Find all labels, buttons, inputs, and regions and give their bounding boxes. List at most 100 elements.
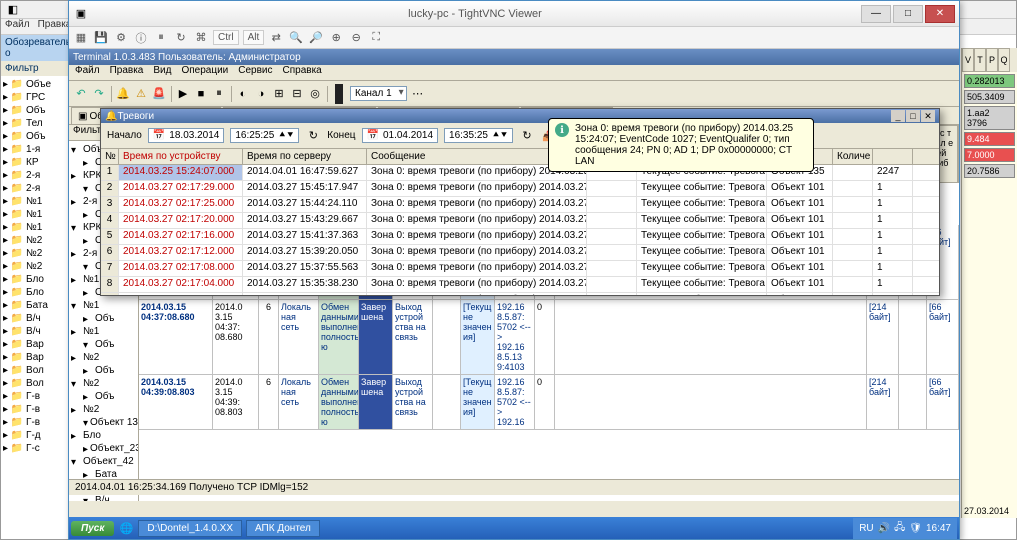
zoom-100-icon[interactable]: ⊕ — [328, 30, 344, 46]
alarm-col-1[interactable]: Время по устройству — [119, 149, 243, 164]
inner-menu-1[interactable]: Правка — [110, 65, 144, 80]
outer-tree-node[interactable]: ▸ 📁 Бата — [3, 299, 66, 312]
zoom-auto-icon[interactable]: ⊖ — [348, 30, 364, 46]
stop-icon[interactable]: ■ — [193, 86, 209, 102]
outer-tree-node[interactable]: ▸ 📁 Вол — [3, 364, 66, 377]
tree-node[interactable]: ▸Объ — [71, 312, 136, 325]
alarm-row[interactable]: 52014.03.27 02:17:16.0002014.03.27 15:41… — [101, 229, 939, 245]
alarm-refresh2-icon[interactable]: ↻ — [519, 128, 535, 144]
outer-tree[interactable]: ▸ 📁 Объе▸ 📁 ГРС▸ 📁 Объ▸ 📁 Тел▸ 📁 Объ▸ 📁 … — [1, 76, 68, 457]
tree-node[interactable]: ▸Объ — [71, 390, 136, 403]
pause-icon[interactable]: ⏸ — [153, 30, 169, 46]
outer-tree-node[interactable]: ▸ 📁 В/ч — [3, 312, 66, 325]
options-icon[interactable]: ⚙ — [113, 30, 129, 46]
outer-tree-node[interactable]: ▸ 📁 2-я — [3, 169, 66, 182]
minimize-button[interactable]: — — [861, 5, 891, 23]
alarm-row[interactable]: 72014.03.27 02:17:08.0002014.03.27 15:37… — [101, 261, 939, 277]
grid-row[interactable]: 2014.03.1504:39:08.8032014.0 3.15 04:39:… — [139, 375, 959, 430]
refresh-icon[interactable]: ↻ — [173, 30, 189, 46]
grid-row[interactable]: 2014.03.1504:37:08.6802014.0 3.15 04:37:… — [139, 300, 959, 375]
run-icon[interactable]: ▶ — [175, 86, 191, 102]
outer-tree-node[interactable]: ▸ 📁 1-я — [3, 143, 66, 156]
alt-key[interactable]: Alt — [243, 30, 265, 45]
fullscreen-icon[interactable]: ⛶ — [368, 30, 384, 46]
from-time-input[interactable]: 16:25:25 ⯅⯆ — [230, 128, 299, 143]
tool4-icon[interactable]: ⊟ — [289, 86, 305, 102]
tree-node[interactable]: ▸№1 — [71, 325, 136, 338]
tree-node[interactable]: ▾№2 — [71, 377, 136, 390]
outer-tree-node[interactable]: ▸ 📁 Объе — [3, 78, 66, 91]
tree-node[interactable]: ▾Объект_42 — [71, 455, 136, 468]
outer-tree-node[interactable]: ▸ 📁 ГРС — [3, 91, 66, 104]
inner-menu-5[interactable]: Справка — [283, 65, 322, 80]
inner-menu-4[interactable]: Сервис — [238, 65, 272, 80]
tree-node[interactable]: ▾Объ — [71, 338, 136, 351]
outer-tree-node[interactable]: ▸ 📁 КР — [3, 156, 66, 169]
alarm-max-button[interactable]: □ — [906, 110, 920, 122]
outer-tree-node[interactable]: ▸ 📁 №1 — [3, 195, 66, 208]
alarm-row[interactable]: 62014.03.27 02:17:12.0002014.03.27 15:39… — [101, 245, 939, 261]
to-time-input[interactable]: 16:35:25 ⯅⯆ — [444, 128, 513, 143]
alarm-icon[interactable]: 🚨 — [151, 86, 167, 102]
outer-filter[interactable]: Фильтр — [1, 61, 68, 76]
alarm-row[interactable]: 22014.03.27 02:17:29.0002014.03.27 15:45… — [101, 181, 939, 197]
outer-tree-node[interactable]: ▸ 📁 Г-в — [3, 416, 66, 429]
info-icon[interactable]: ⓘ — [133, 30, 149, 46]
tool2-icon[interactable]: ◑ — [253, 86, 269, 102]
system-tray[interactable]: RU 🔊 🖧 🛡 16:47 — [853, 518, 957, 539]
outer-tree-node[interactable]: ▸ 📁 Вол — [3, 377, 66, 390]
alarm-row[interactable]: 32014.03.27 02:17:25.0002014.03.27 15:44… — [101, 197, 939, 213]
warn-icon[interactable]: ⚠ — [133, 86, 149, 102]
tree-node[interactable]: ▸№2 — [71, 403, 136, 416]
alarm-close-button[interactable]: ✕ — [921, 110, 935, 122]
outer-tree-node[interactable]: ▸ 📁 Тел — [3, 117, 66, 130]
outer-tree-node[interactable]: ▸ 📁 Вар — [3, 351, 66, 364]
tree-node[interactable]: ▾В/ч — [71, 494, 136, 501]
back-icon[interactable]: ↶ — [73, 86, 89, 102]
alarm-min-button[interactable]: _ — [891, 110, 905, 122]
vnc-titlebar[interactable]: ▣ lucky-pc - TightVNC Viewer — □ ✕ — [69, 1, 959, 27]
alarm-row[interactable]: 92014.03.27 02:17:00.0002014.03.27 15:33… — [101, 293, 939, 295]
to-date-input[interactable]: 📅 01.04.2014 — [362, 128, 439, 143]
clock[interactable]: 16:47 — [926, 523, 951, 534]
tool5-icon[interactable]: ◎ — [307, 86, 323, 102]
inner-menu-0[interactable]: Файл — [75, 65, 100, 80]
outer-tree-node[interactable]: ▸ 📁 №1 — [3, 221, 66, 234]
forward-icon[interactable]: ↷ — [91, 86, 107, 102]
outer-tree-node[interactable]: ▸ 📁 №1 — [3, 208, 66, 221]
lang-indicator[interactable]: RU — [859, 523, 873, 534]
new-conn-icon[interactable]: ▦ — [73, 30, 89, 46]
tool3-icon[interactable]: ⊞ — [271, 86, 287, 102]
task-item-2[interactable]: АПК Донтел — [246, 520, 320, 537]
tree-node[interactable]: ▸№2 — [71, 351, 136, 364]
tree-node[interactable]: ▸Объ — [71, 364, 136, 377]
tray-icon3[interactable]: 🛡 — [909, 523, 922, 534]
outer-tree-node[interactable]: ▸ 📁 Объ — [3, 104, 66, 117]
bell-icon[interactable]: 🔔 — [115, 86, 131, 102]
menu-edit[interactable]: Правка — [38, 19, 72, 34]
inner-menu-3[interactable]: Операции — [181, 65, 228, 80]
tool1-icon[interactable]: ◐ — [235, 86, 251, 102]
alarm-col-8[interactable] — [873, 149, 913, 164]
pause2-icon[interactable]: ⏸ — [211, 86, 227, 102]
outer-tree-node[interactable]: ▸ 📁 Г-в — [3, 390, 66, 403]
task-item-1[interactable]: D:\Dontel_1.4.0.XX — [138, 520, 242, 537]
alarm-col-0[interactable]: № — [101, 149, 119, 164]
outer-tree-node[interactable]: ▸ 📁 Г-д — [3, 429, 66, 442]
from-date-input[interactable]: 📅 18.03.2014 — [148, 128, 225, 143]
alarm-grid[interactable]: №Время по устройствуВремя по серверуСооб… — [101, 149, 939, 295]
outer-tree-node[interactable]: ▸ 📁 Бло — [3, 286, 66, 299]
ctrl-key[interactable]: Ctrl — [213, 30, 239, 45]
tree-node[interactable]: ▸Бло — [71, 429, 136, 442]
quicklaunch-icon[interactable]: 🌐 — [118, 520, 134, 536]
inner-titlebar[interactable]: Terminal 1.0.3.483 Пользователь: Админис… — [69, 49, 959, 65]
cad-icon[interactable]: ⌘ — [193, 30, 209, 46]
tree-node[interactable]: ▾Объект 138 — [71, 416, 136, 429]
outer-tree-node[interactable]: ▸ 📁 Объ — [3, 130, 66, 143]
zoom-out-icon[interactable]: 🔎 — [308, 30, 324, 46]
tree-node[interactable]: ▸Объект_23 — [71, 442, 136, 455]
channel-combo[interactable]: Канал 1 — [350, 86, 407, 101]
outer-tree-node[interactable]: ▸ 📁 №2 — [3, 260, 66, 273]
outer-tree-node[interactable]: ▸ 📁 №2 — [3, 234, 66, 247]
outer-tree-node[interactable]: ▸ 📁 Г-в — [3, 403, 66, 416]
